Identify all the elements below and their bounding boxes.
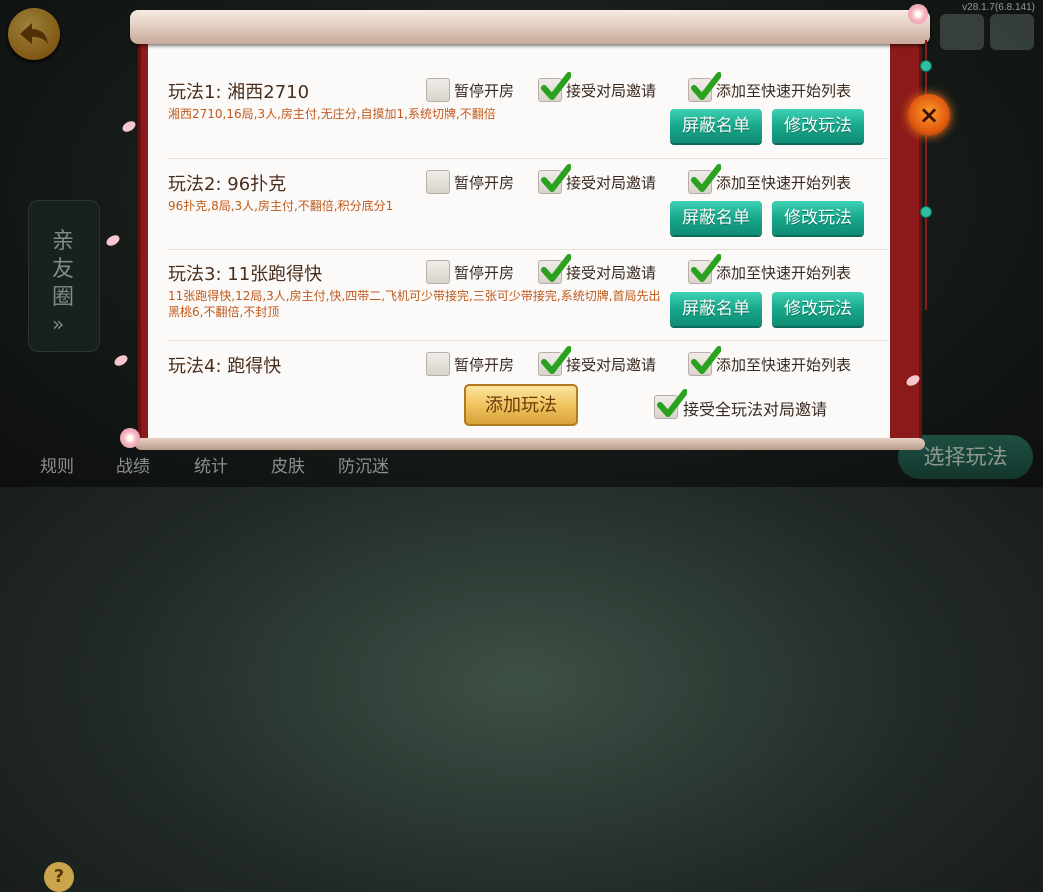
block-list-button[interactable]: 屏蔽名单: [670, 109, 762, 143]
blossom-decoration: [908, 4, 928, 24]
mode-description: 湘西2710,16局,3人,房主付,无庄分,自摸加1,系统切牌,不翻倍: [168, 107, 496, 121]
pause-checkbox[interactable]: [426, 170, 450, 194]
mode-title: 玩法3: 11张跑得快: [168, 264, 323, 285]
row-divider: [168, 249, 888, 250]
accept-invite-label: 接受对局邀请: [566, 356, 657, 374]
help-icon[interactable]: ?: [44, 862, 74, 892]
pause-checkbox[interactable]: [426, 352, 450, 376]
accept-invite-checkbox[interactable]: [538, 254, 571, 284]
accept-invite-checkbox[interactable]: [538, 72, 571, 102]
close-button[interactable]: ×: [908, 94, 950, 136]
accept-invite-checkbox[interactable]: [538, 164, 571, 194]
add-mode-button[interactable]: 添加玩法: [464, 384, 578, 426]
bead-decoration: [920, 60, 932, 72]
scroll-bottom-rod: [135, 438, 925, 450]
block-list-button[interactable]: 屏蔽名单: [670, 292, 762, 326]
close-icon: ×: [918, 101, 940, 129]
mode-title: 玩法4: 跑得快: [168, 356, 282, 377]
pause-checkbox[interactable]: [426, 78, 450, 102]
quick-start-checkbox[interactable]: [688, 346, 721, 376]
pause-label: 暂停开房: [454, 264, 515, 282]
pause-label: 暂停开房: [454, 82, 515, 100]
quick-start-checkbox[interactable]: [688, 72, 721, 102]
accept-all-checkbox[interactable]: [654, 389, 687, 419]
row-divider: [168, 158, 888, 159]
accept-all-label: 接受全玩法对局邀请: [683, 400, 828, 419]
edit-mode-button[interactable]: 修改玩法: [772, 201, 864, 235]
quick-start-label: 添加至快速开始列表: [716, 82, 852, 100]
blossom-decoration: [120, 428, 140, 448]
hanging-cord: [925, 40, 927, 310]
mode-title: 玩法2: 96扑克: [168, 174, 287, 195]
edit-mode-button[interactable]: 修改玩法: [772, 292, 864, 326]
edit-mode-button[interactable]: 修改玩法: [772, 109, 864, 143]
quick-start-label: 添加至快速开始列表: [716, 264, 852, 282]
accept-invite-checkbox[interactable]: [538, 346, 571, 376]
quick-start-checkbox[interactable]: [688, 254, 721, 284]
block-list-button[interactable]: 屏蔽名单: [670, 201, 762, 235]
pause-checkbox[interactable]: [426, 260, 450, 284]
mode-description: 11张跑得快,12局,3人,房主付,快,四带二,飞机可少带接完,三张可少带接完,…: [168, 289, 661, 319]
quick-start-label: 添加至快速开始列表: [716, 356, 852, 374]
mode-description: 96扑克,8局,3人,房主付,不翻倍,积分底分1: [168, 199, 394, 213]
accept-invite-label: 接受对局邀请: [566, 82, 657, 100]
quick-start-checkbox[interactable]: [688, 164, 721, 194]
scroll-top-rod: [130, 10, 930, 44]
mode-title: 玩法1: 湘西2710: [168, 82, 310, 103]
accept-invite-label: 接受对局邀请: [566, 174, 657, 192]
pause-label: 暂停开房: [454, 356, 515, 374]
bead-decoration: [920, 206, 932, 218]
pause-label: 暂停开房: [454, 174, 515, 192]
quick-start-label: 添加至快速开始列表: [716, 174, 852, 192]
row-divider: [168, 340, 888, 341]
accept-invite-label: 接受对局邀请: [566, 264, 657, 282]
